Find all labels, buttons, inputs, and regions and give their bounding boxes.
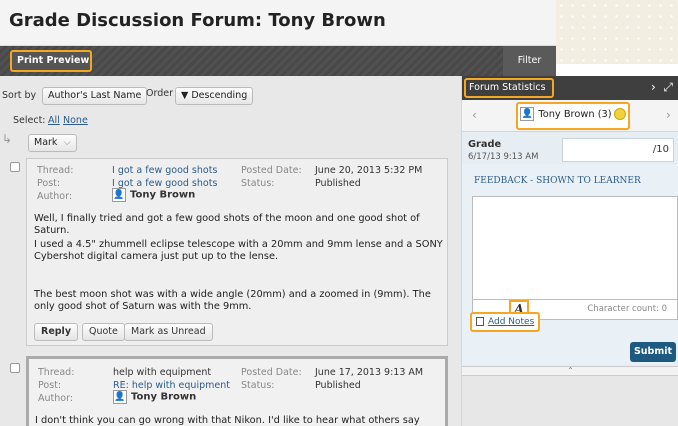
user-navigator: ‹ 👤 Tony Brown (3) › [462, 100, 678, 132]
order-select[interactable]: ▼ Descending [175, 87, 254, 105]
reply-button[interactable]: Reply [34, 323, 79, 341]
add-notes-label: Add Notes [488, 317, 535, 327]
post-label: Post: [38, 380, 62, 391]
grade-input[interactable]: /10 [562, 138, 674, 162]
posted-date: June 17, 2013 9:13 AM [315, 367, 424, 378]
status-value: Published [315, 380, 361, 391]
page-header: Grade Discussion Forum: Tony Brown [0, 0, 556, 46]
grade-max: /10 [652, 144, 669, 155]
posted-date: June 20, 2013 5:32 PM [315, 165, 423, 176]
posts-panel: Sort by Author's Last Name Order ▼ Desce… [0, 76, 461, 426]
thread-link[interactable]: I got a few good shots [112, 165, 217, 176]
feedback-textarea[interactable] [472, 196, 678, 300]
post-checkbox[interactable] [10, 363, 20, 373]
chevron-down-icon: ⌵ [63, 137, 71, 148]
decorative-pattern [556, 0, 678, 64]
post-paragraph: I used a 4.5" zhummell eclipse telescope… [34, 239, 443, 262]
mark-label: Mark [34, 137, 58, 148]
mark-unread-button[interactable]: Mark as Unread [124, 323, 213, 341]
author-label: Author: [38, 393, 74, 404]
arrow-corner-icon: ↳ [2, 132, 13, 146]
stats-bar: Forum Statistics ⌄ › ⤢ [462, 76, 678, 109]
submit-button[interactable]: Submit [630, 342, 676, 362]
feedback-label: FEEDBACK - SHOWN TO LEARNER [474, 176, 641, 186]
grade-date: 6/17/13 9:13 AM [468, 152, 539, 162]
sort-by-label: Sort by [2, 90, 37, 101]
sort-by-select[interactable]: Author's Last Name [42, 87, 148, 105]
posted-date-label: Posted Date: [241, 367, 302, 378]
select-all-link[interactable]: All [48, 115, 60, 126]
author: 👤 Tony Brown [112, 188, 195, 202]
page-title: Grade Discussion Forum: Tony Brown [9, 10, 386, 31]
quote-button[interactable]: Quote [82, 323, 125, 341]
user-selector[interactable]: 👤 Tony Brown (3) [516, 102, 630, 130]
status-value: Published [315, 178, 361, 189]
avatar-icon: 👤 [520, 107, 535, 121]
order-label: Order [146, 88, 173, 99]
thread-label: Thread: [37, 165, 74, 176]
author-name: Tony Brown [130, 189, 196, 201]
status-label: Status: [241, 178, 275, 189]
print-preview-button[interactable]: Print Preview [10, 50, 92, 72]
avatar-icon: 👤 [112, 188, 126, 202]
select-label: Select: [13, 115, 46, 126]
grading-sidebar: Forum Statistics ⌄ › ⤢ ‹ 👤Tony Brown (3)… [461, 76, 678, 426]
prev-user-icon[interactable]: ‹ [472, 108, 477, 122]
post-item: Thread: help with equipment Post: RE: he… [26, 356, 448, 426]
next-user-icon[interactable]: › [666, 108, 671, 122]
posted-date-label: Posted Date: [241, 165, 302, 176]
avatar-icon: 👤 [113, 390, 127, 404]
post-paragraph: I don't think you can go wrong with that… [35, 415, 420, 426]
thread-link[interactable]: help with equipment [113, 367, 211, 378]
mark-menu-button[interactable]: Mark ⌵ [28, 134, 77, 152]
author: 👤 Tony Brown [113, 390, 196, 404]
smiley-icon [613, 108, 626, 120]
post-item: Thread: I got a few good shots Post: I g… [26, 158, 448, 346]
author-label: Author: [37, 191, 73, 202]
grade-label: Grade [468, 139, 502, 150]
collapse-handle[interactable]: ⌃ [462, 366, 678, 376]
notes-icon [476, 317, 484, 326]
feedback-section: FEEDBACK - SHOWN TO LEARNER A Character … [462, 164, 678, 364]
post-checkbox[interactable] [10, 162, 20, 172]
filter-button[interactable]: Filter [503, 46, 556, 76]
thread-label: Thread: [38, 367, 75, 378]
expand-icon[interactable]: › ⤢ [651, 80, 673, 95]
forum-statistics-button[interactable]: Forum Statistics ⌄ [464, 78, 554, 109]
status-label: Status: [241, 380, 275, 391]
user-name: Tony Brown (3) [538, 109, 612, 120]
post-label: Post: [37, 178, 61, 189]
author-name: Tony Brown [131, 391, 197, 403]
action-toolbar: Print Preview Filter [0, 46, 556, 76]
post-paragraph: The best moon shot was with a wide angle… [34, 289, 431, 312]
select-none-link[interactable]: None [63, 115, 88, 126]
post-paragraph: Well, I finally tried and got a few good… [34, 213, 420, 236]
add-notes-link[interactable]: Add Notes [470, 312, 540, 332]
character-count: Character count: 0 [587, 304, 667, 314]
sidebar-empty-area [462, 376, 678, 426]
